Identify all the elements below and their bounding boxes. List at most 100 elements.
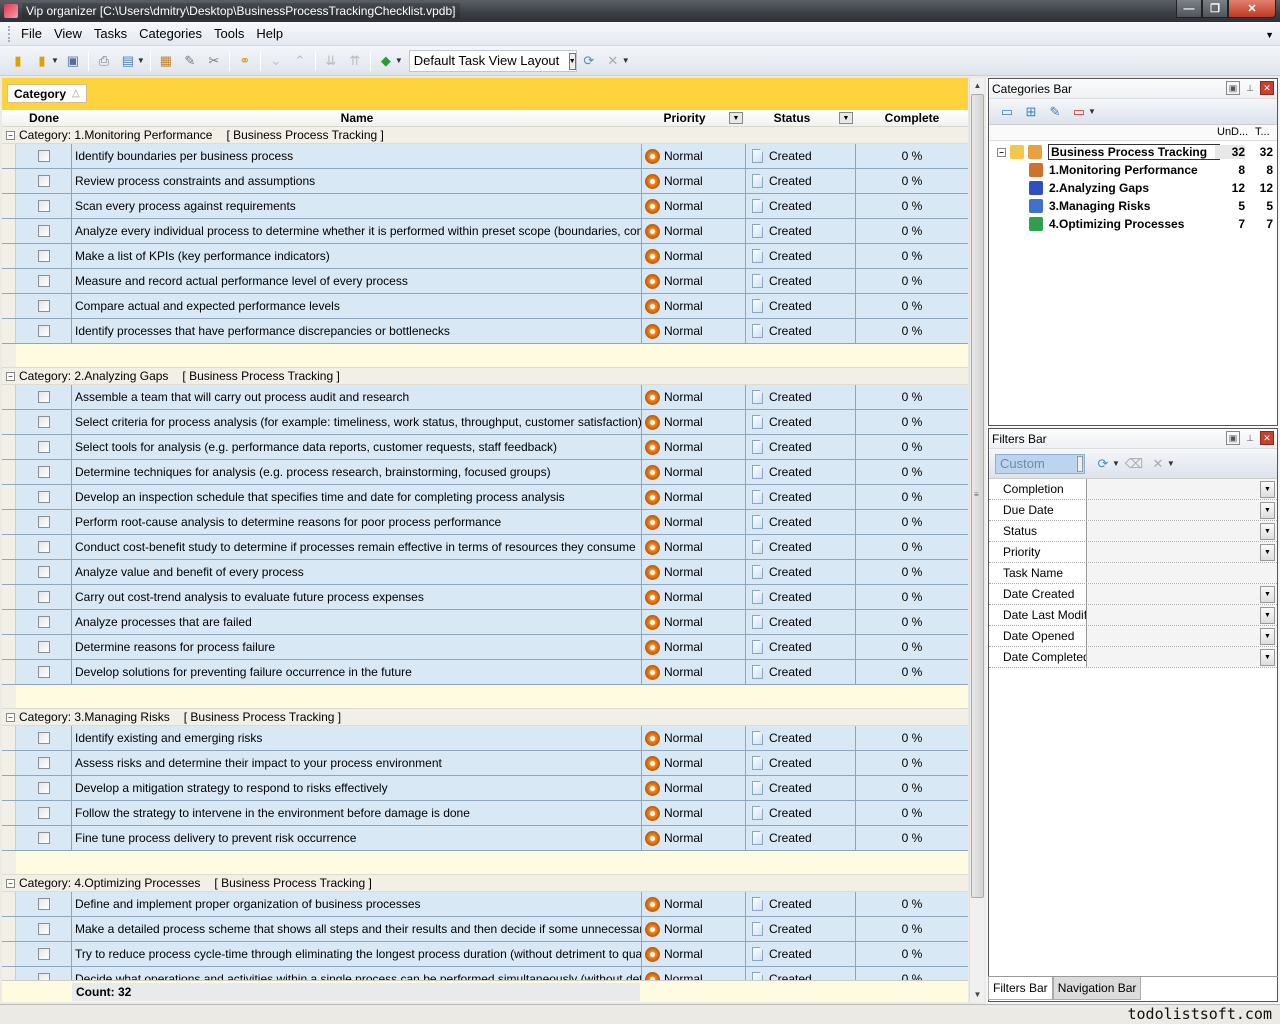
column-undone[interactable]: UnD...	[1217, 126, 1248, 138]
task-priority[interactable]: Normal	[664, 249, 703, 263]
task-row[interactable]: Assemble a team that will carry out proc…	[2, 385, 968, 410]
task-status[interactable]: Created	[769, 947, 812, 961]
task-priority[interactable]: Normal	[664, 665, 703, 679]
dropdown-arrow-icon[interactable]: ▼	[1112, 459, 1120, 468]
done-checkbox[interactable]	[37, 898, 50, 910]
task-complete[interactable]: 0 %	[856, 269, 968, 293]
status-filter-icon[interactable]: ▼	[839, 112, 853, 124]
task-row[interactable]: Decide what operations and activities wi…	[2, 967, 968, 980]
column-header-name[interactable]: Name	[72, 111, 642, 126]
task-row[interactable]: Define and implement proper organization…	[2, 892, 968, 917]
task-complete[interactable]: 0 %	[856, 144, 968, 168]
apply-layout-icon[interactable]: ⟳	[579, 51, 599, 71]
done-checkbox[interactable]	[37, 250, 50, 262]
task-row[interactable]: Determine techniques for analysis (e.g. …	[2, 460, 968, 485]
task-status[interactable]: Created	[769, 897, 812, 911]
done-checkbox[interactable]	[37, 275, 50, 287]
task-status[interactable]: Created	[769, 972, 812, 980]
scrollbar-thumb[interactable]: ≡	[971, 94, 984, 898]
task-priority[interactable]: Normal	[664, 390, 703, 404]
filter-value[interactable]: ▼	[1087, 521, 1277, 541]
task-row[interactable]: Analyze every individual process to dete…	[2, 219, 968, 244]
dropdown-arrow-icon[interactable]: ▼	[51, 56, 59, 65]
menu-overflow-icon[interactable]: ▼	[1265, 30, 1274, 40]
category-group-row[interactable]: − Category: 3.Managing Risks [ Business …	[2, 709, 968, 726]
grid-scrollbar[interactable]: ▲ ≡ ▼	[969, 78, 984, 1002]
filter-value[interactable]: ▼	[1087, 605, 1277, 625]
task-name[interactable]: Analyze every individual process to dete…	[72, 219, 642, 243]
done-checkbox[interactable]	[37, 175, 50, 187]
task-name[interactable]: Review process constraints and assumptio…	[72, 169, 642, 193]
task-row[interactable]: Develop an inspection schedule that spec…	[2, 485, 968, 510]
done-checkbox[interactable]	[37, 150, 50, 162]
task-complete[interactable]: 0 %	[856, 967, 968, 980]
task-row[interactable]: Identify processes that have performance…	[2, 319, 968, 344]
task-status[interactable]: Created	[769, 640, 812, 654]
done-checkbox[interactable]	[37, 225, 50, 237]
task-complete[interactable]: 0 %	[856, 942, 968, 966]
task-complete[interactable]: 0 %	[856, 294, 968, 318]
task-complete[interactable]: 0 %	[856, 917, 968, 941]
menu-tools[interactable]: Tools	[208, 26, 250, 41]
move-top-icon[interactable]: ⇈	[345, 51, 365, 71]
tab-navigation-bar[interactable]: Navigation Bar	[1052, 977, 1142, 1000]
done-checkbox[interactable]	[37, 541, 50, 553]
task-complete[interactable]: 0 %	[856, 219, 968, 243]
task-priority[interactable]: Normal	[664, 781, 703, 795]
maximize-button[interactable]: ❐	[1202, 0, 1228, 18]
column-header-done[interactable]: Done	[16, 111, 72, 126]
task-priority[interactable]: Normal	[664, 465, 703, 479]
done-checkbox[interactable]	[37, 641, 50, 653]
print-icon[interactable]: ⎙	[94, 51, 114, 71]
menu-categories[interactable]: Categories	[133, 26, 208, 41]
task-complete[interactable]: 0 %	[856, 194, 968, 218]
column-header-complete[interactable]: Complete	[856, 111, 968, 126]
chevron-down-icon[interactable]: ▼	[1260, 649, 1275, 666]
done-checkbox[interactable]	[37, 591, 50, 603]
dropdown-arrow-icon[interactable]: ▼	[1167, 459, 1175, 468]
task-status[interactable]: Created	[769, 149, 812, 163]
task-row[interactable]: Develop solutions for preventing failure…	[2, 660, 968, 685]
column-total[interactable]: T...	[1255, 126, 1270, 138]
task-name[interactable]: Analyze processes that are failed	[72, 610, 642, 634]
filter-value[interactable]: ▼	[1087, 626, 1277, 646]
task-priority[interactable]: Normal	[664, 440, 703, 454]
task-priority[interactable]: Normal	[664, 224, 703, 238]
task-row[interactable]: Review process constraints and assumptio…	[2, 169, 968, 194]
chevron-down-icon[interactable]: ▼	[1260, 523, 1275, 540]
done-checkbox[interactable]	[37, 616, 50, 628]
task-row[interactable]: Scan every process against requirements …	[2, 194, 968, 219]
collapse-icon[interactable]: −	[6, 878, 15, 888]
task-row[interactable]: Identify boundaries per business process…	[2, 144, 968, 169]
collapse-icon[interactable]: −	[6, 712, 15, 722]
task-row[interactable]: Determine reasons for process failure No…	[2, 635, 968, 660]
task-row[interactable]: Develop a mitigation strategy to respond…	[2, 776, 968, 801]
task-name[interactable]: Measure and record actual performance le…	[72, 269, 642, 293]
done-checkbox[interactable]	[37, 566, 50, 578]
dropdown-arrow-icon[interactable]: ▼	[137, 56, 145, 65]
filter-value[interactable]: ▼	[1087, 584, 1277, 604]
task-name[interactable]: Determine reasons for process failure	[72, 635, 642, 659]
task-priority[interactable]: Normal	[664, 274, 703, 288]
filter-value[interactable]	[1087, 563, 1277, 583]
move-up-icon[interactable]: ⌃	[290, 51, 310, 71]
task-status[interactable]: Created	[769, 390, 812, 404]
task-name[interactable]: Fine tune process delivery to prevent ri…	[72, 826, 642, 850]
filter-value[interactable]: ▼	[1087, 542, 1277, 562]
filter-preset-select[interactable]: Custom	[995, 453, 1085, 474]
task-complete[interactable]: 0 %	[856, 726, 968, 750]
task-name[interactable]: Select tools for analysis (e.g. performa…	[72, 435, 642, 459]
task-name[interactable]: Decide what operations and activities wi…	[72, 967, 642, 980]
task-priority[interactable]: Normal	[664, 947, 703, 961]
task-complete[interactable]: 0 %	[856, 751, 968, 775]
column-header-priority[interactable]: Priority	[642, 111, 727, 126]
task-status[interactable]: Created	[769, 806, 812, 820]
layout-select[interactable]: Default Task View Layout ▼	[408, 49, 577, 72]
category-tree-node[interactable]: 4.Optimizing Processes 7 7	[989, 215, 1277, 233]
task-priority[interactable]: Normal	[664, 756, 703, 770]
chevron-down-icon[interactable]: ▼	[1260, 628, 1275, 645]
task-name[interactable]: Make a detailed process scheme that show…	[72, 917, 642, 941]
task-name[interactable]: Identify processes that have performance…	[72, 319, 642, 343]
task-row[interactable]: Make a list of KPIs (key performance ind…	[2, 244, 968, 269]
task-status[interactable]: Created	[769, 615, 812, 629]
